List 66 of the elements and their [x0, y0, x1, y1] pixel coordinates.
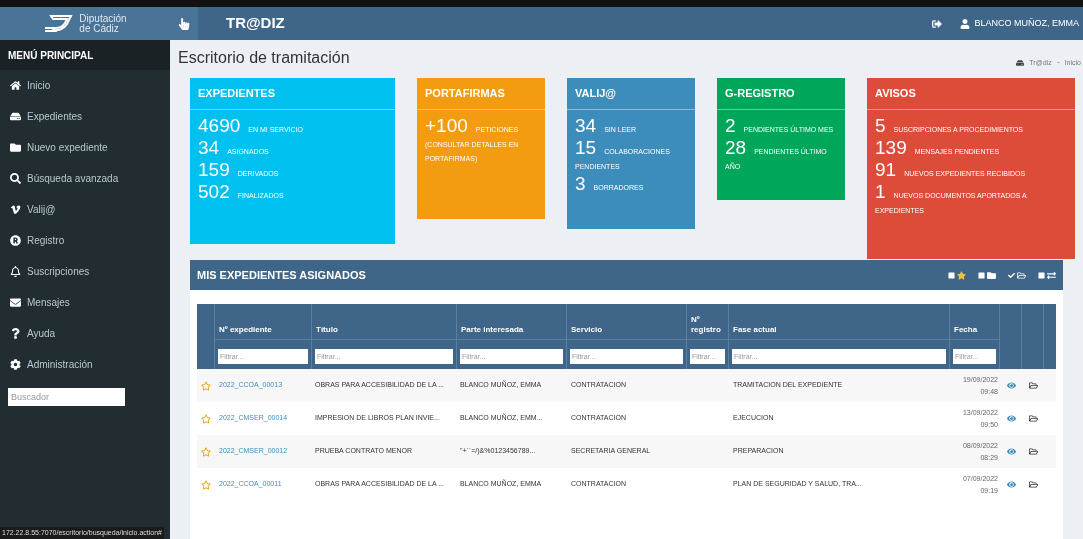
card-title: AVISOS [867, 78, 1075, 110]
panel-title: MIS EXPEDIENTES ASIGNADOS [197, 267, 366, 283]
inbox-icon [1016, 58, 1025, 67]
inbox-icon [10, 111, 21, 122]
user-icon [960, 18, 971, 29]
sidebar-heading: MENÚ PRINCIPAL [0, 40, 170, 70]
folder-icon [987, 270, 996, 280]
bell-icon [10, 266, 21, 277]
app-title: TR@DIZ [226, 13, 285, 34]
card-title: EXPEDIENTES [190, 78, 395, 110]
gear-icon [10, 359, 21, 370]
eye-icon[interactable] [1006, 381, 1016, 390]
sidebar-item[interactable]: Ayuda [0, 318, 170, 349]
star-icon[interactable] [201, 446, 211, 457]
sidebar-item[interactable]: Inicio [0, 70, 170, 101]
eye-icon[interactable] [1006, 480, 1016, 489]
logo-text: de Cádiz [79, 23, 119, 34]
open-folder-icon[interactable] [1028, 480, 1038, 489]
sidebar-item[interactable]: Administración [0, 349, 170, 380]
arrows-icon [1047, 270, 1056, 280]
view-toggle[interactable] [1038, 270, 1056, 280]
open-folder-icon[interactable] [1028, 381, 1038, 390]
column-header[interactable]: Fase actual [733, 325, 777, 335]
sidebar-item[interactable]: Búsqueda avanzada [0, 163, 170, 194]
column-header[interactable]: Nº expediente [219, 325, 272, 335]
open-folder-icon [1017, 270, 1026, 280]
sidebar-toggle-button[interactable] [170, 7, 198, 40]
question-icon [10, 328, 21, 339]
sidebar-item[interactable]: Mensajes [0, 287, 170, 318]
search-icon [10, 173, 21, 184]
folder-icon [10, 142, 21, 153]
star-icon[interactable] [201, 479, 211, 490]
eye-icon[interactable] [1006, 414, 1016, 423]
home-icon [10, 80, 21, 91]
card-title: G-REGISTRO [717, 78, 845, 110]
view-toggle[interactable] [978, 270, 996, 280]
card-title: PORTAFIRMAS [417, 78, 545, 110]
registered-icon [10, 235, 21, 246]
view-toggle[interactable] [1008, 270, 1026, 280]
column-header[interactable]: Título [316, 325, 338, 335]
envelope-icon [10, 297, 21, 308]
v-icon [10, 204, 21, 215]
star-icon [957, 270, 966, 280]
logout-icon[interactable] [932, 18, 943, 29]
view-toggle[interactable] [948, 270, 966, 280]
open-folder-icon[interactable] [1028, 447, 1038, 456]
search-field[interactable]: Buscador [8, 388, 125, 406]
star-icon[interactable] [201, 380, 211, 391]
eye-icon[interactable] [1006, 447, 1016, 456]
hand-icon [178, 17, 190, 30]
sidebar-item[interactable]: Valij@ [0, 194, 170, 225]
sidebar-item[interactable]: Suscripciones [0, 256, 170, 287]
sidebar-item[interactable]: Nuevo expediente [0, 132, 170, 163]
column-header[interactable]: Parte interesada [461, 325, 524, 335]
star-icon[interactable] [201, 413, 211, 424]
column-header[interactable]: Fecha [954, 325, 978, 335]
logo-text: Diputación [79, 13, 127, 24]
user-menu[interactable]: BLANCO MUÑOZ, EMMA [960, 7, 1083, 40]
sidebar-item[interactable]: Expedientes [0, 101, 170, 132]
sidebar-item[interactable]: Registro [0, 225, 170, 256]
column-header[interactable]: Servicio [571, 325, 603, 335]
open-folder-icon[interactable] [1028, 414, 1038, 423]
page-title: Escritorio de tramitación [178, 48, 350, 68]
card-title: VALIJ@ [567, 78, 695, 110]
column-header[interactable]: Nº registro [691, 315, 724, 335]
logo[interactable]: Diputación de Cádiz [0, 7, 170, 40]
